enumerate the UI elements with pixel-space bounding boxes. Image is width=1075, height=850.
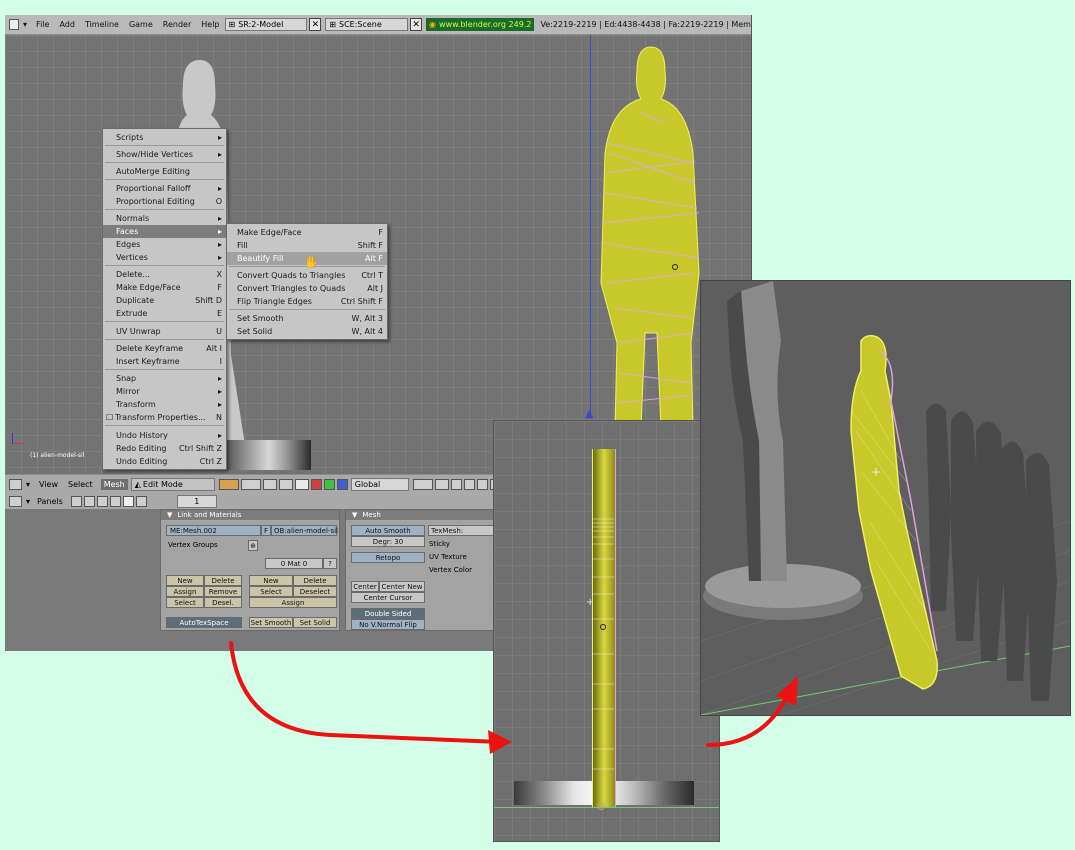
arrow-to-perspective-view bbox=[706, 698, 787, 747]
annotation-arrows bbox=[229, 641, 798, 754]
arrow-head-2 bbox=[776, 676, 798, 706]
arrow-head-1 bbox=[488, 730, 512, 754]
arrow-to-front-view bbox=[229, 641, 502, 744]
